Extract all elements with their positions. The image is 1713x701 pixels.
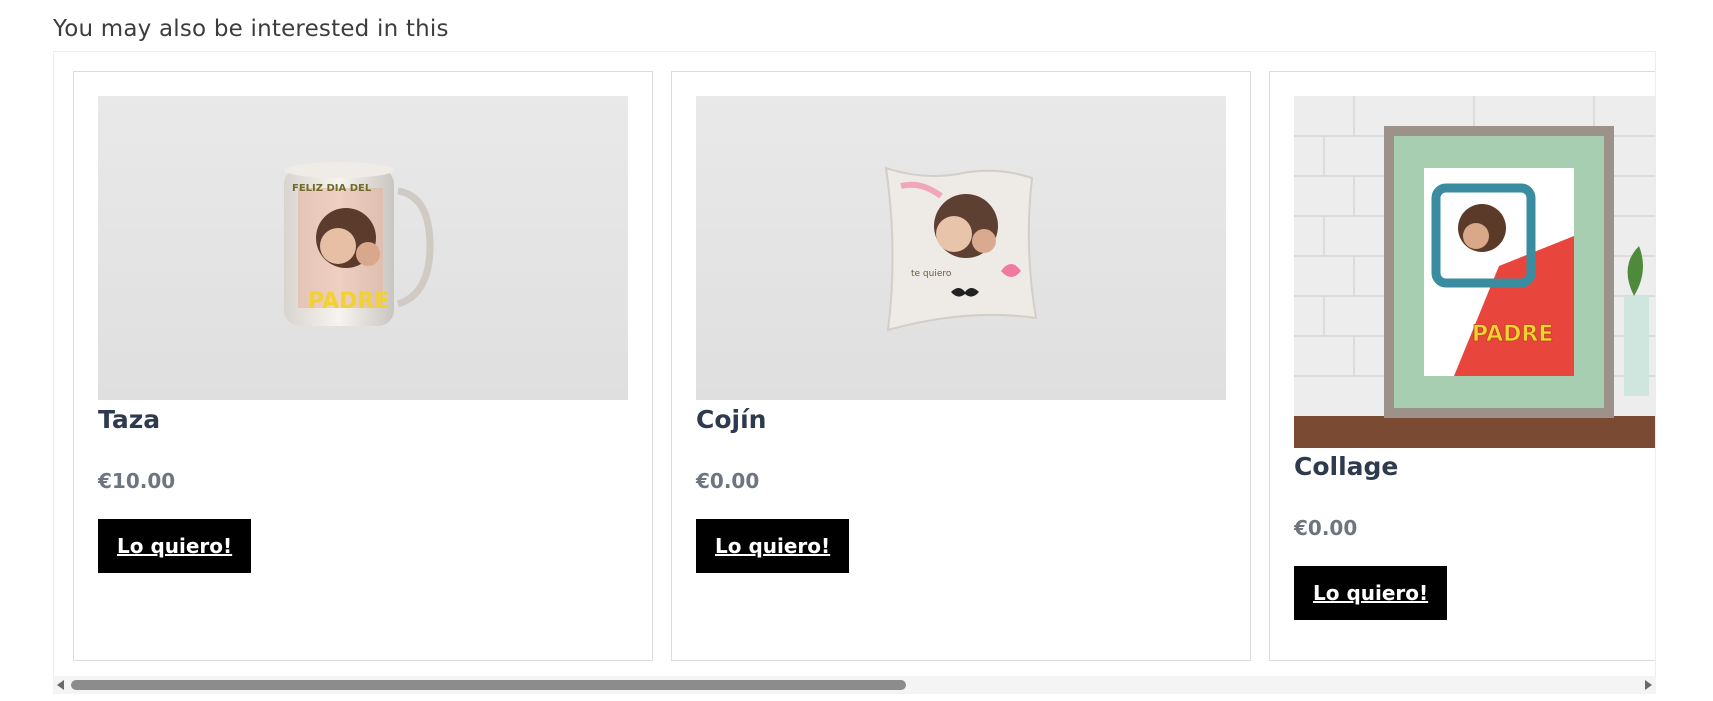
cushion-image: te quiero — [884, 166, 1038, 332]
scroll-thumb[interactable] — [71, 680, 906, 690]
collage-text: PADRE — [1472, 322, 1553, 347]
lo-quiero-button[interactable]: Lo quiero! — [696, 519, 850, 573]
horizontal-scrollbar[interactable] — [53, 676, 1656, 694]
product-image-mug[interactable]: FELIZ DIA DEL PADRE — [98, 96, 628, 400]
carousel-track: FELIZ DIA DEL PADRE Taza €10.00 Lo quier… — [73, 71, 1655, 661]
product-image-cushion[interactable]: te quiero — [696, 96, 1226, 400]
collage-image: PADRE — [1294, 96, 1655, 448]
product-name[interactable]: Collage — [1294, 452, 1398, 481]
product-image-collage[interactable]: PADRE — [1294, 96, 1655, 448]
mug-top-text: FELIZ DIA DEL — [292, 183, 372, 194]
product-name[interactable]: Taza — [98, 405, 160, 434]
product-card-cojin: te quiero Cojín €0.00 Lo quiero! — [671, 71, 1251, 661]
product-price: €0.00 — [1294, 516, 1358, 540]
mug-image: FELIZ DIA DEL PADRE — [284, 162, 434, 326]
cushion-text: te quiero — [911, 269, 952, 279]
product-price: €0.00 — [696, 469, 760, 493]
mug-bottom-text: PADRE — [308, 289, 389, 314]
product-carousel: FELIZ DIA DEL PADRE Taza €10.00 Lo quier… — [53, 51, 1656, 691]
product-card-collage: PADRE Collage €0.00 Lo quiero! — [1269, 71, 1655, 661]
product-card-taza: FELIZ DIA DEL PADRE Taza €10.00 Lo quier… — [73, 71, 653, 661]
lo-quiero-button[interactable]: Lo quiero! — [98, 519, 252, 573]
scroll-left-arrow-icon[interactable] — [57, 680, 64, 690]
lo-quiero-button[interactable]: Lo quiero! — [1294, 566, 1448, 620]
product-price: €10.00 — [98, 469, 176, 493]
section-title: You may also be interested in this — [53, 16, 449, 42]
product-name[interactable]: Cojín — [696, 405, 766, 434]
scroll-right-arrow-icon[interactable] — [1645, 680, 1652, 690]
